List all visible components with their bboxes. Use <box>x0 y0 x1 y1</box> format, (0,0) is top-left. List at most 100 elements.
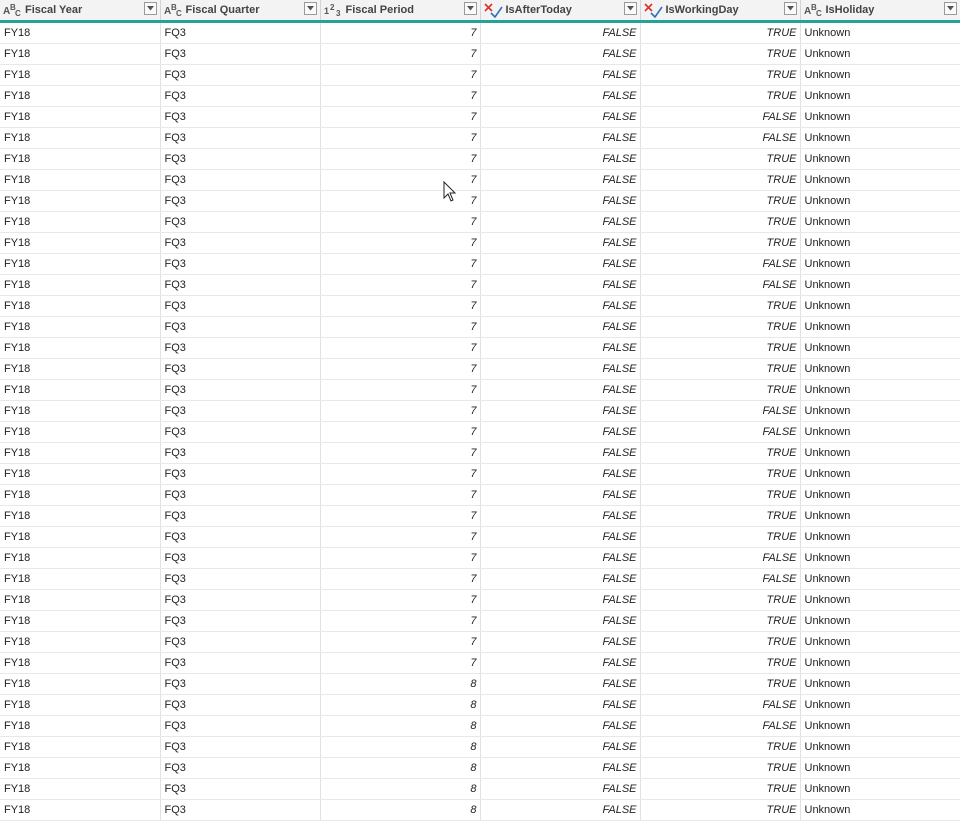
table-cell[interactable]: FY18 <box>0 337 161 359</box>
table-cell[interactable]: Unknown <box>800 631 960 653</box>
table-cell[interactable]: Unknown <box>800 526 960 548</box>
table-cell[interactable]: TRUE <box>640 64 801 86</box>
table-cell[interactable]: Unknown <box>800 43 960 65</box>
table-cell[interactable]: FQ3 <box>160 442 321 464</box>
table-cell[interactable]: FQ3 <box>160 64 321 86</box>
table-cell[interactable]: FQ3 <box>160 610 321 632</box>
table-cell[interactable]: TRUE <box>640 673 801 695</box>
table-cell[interactable]: 8 <box>320 736 481 758</box>
table-cell[interactable]: Unknown <box>800 673 960 695</box>
table-cell[interactable]: FALSE <box>480 211 641 233</box>
table-cell[interactable]: FQ3 <box>160 274 321 296</box>
table-cell[interactable]: FALSE <box>480 337 641 359</box>
text-type-icon[interactable]: ABC <box>3 2 23 18</box>
table-cell[interactable]: FALSE <box>480 610 641 632</box>
table-cell[interactable]: FQ3 <box>160 316 321 338</box>
table-cell[interactable]: 7 <box>320 169 481 191</box>
table-cell[interactable]: TRUE <box>640 316 801 338</box>
table-cell[interactable]: FQ3 <box>160 799 321 821</box>
table-cell[interactable]: 8 <box>320 757 481 779</box>
table-cell[interactable]: FALSE <box>640 421 801 443</box>
table-cell[interactable]: FQ3 <box>160 21 321 44</box>
table-cell[interactable]: FALSE <box>480 694 641 716</box>
table-cell[interactable]: Unknown <box>800 652 960 674</box>
table-cell[interactable]: TRUE <box>640 232 801 254</box>
table-cell[interactable]: FY18 <box>0 568 161 590</box>
table-cell[interactable]: FALSE <box>480 379 641 401</box>
table-cell[interactable]: TRUE <box>640 379 801 401</box>
table-cell[interactable]: FY18 <box>0 295 161 317</box>
table-cell[interactable]: FALSE <box>480 43 641 65</box>
table-cell[interactable]: FQ3 <box>160 232 321 254</box>
table-cell[interactable]: Unknown <box>800 778 960 800</box>
table-cell[interactable]: Unknown <box>800 127 960 149</box>
table-cell[interactable]: FY18 <box>0 505 161 527</box>
table-cell[interactable]: FQ3 <box>160 757 321 779</box>
table-cell[interactable]: 7 <box>320 337 481 359</box>
table-cell[interactable]: 7 <box>320 43 481 65</box>
table-cell[interactable]: FQ3 <box>160 715 321 737</box>
table-cell[interactable]: Unknown <box>800 442 960 464</box>
table-cell[interactable]: FALSE <box>480 526 641 548</box>
table-cell[interactable]: FY18 <box>0 715 161 737</box>
table-cell[interactable]: FALSE <box>480 442 641 464</box>
table-cell[interactable]: FQ3 <box>160 169 321 191</box>
table-cell[interactable]: 7 <box>320 64 481 86</box>
table-cell[interactable]: 7 <box>320 379 481 401</box>
table-cell[interactable]: FALSE <box>640 400 801 422</box>
table-cell[interactable]: FY18 <box>0 673 161 695</box>
table-cell[interactable]: 7 <box>320 484 481 506</box>
table-cell[interactable]: FALSE <box>640 253 801 275</box>
table-cell[interactable]: FQ3 <box>160 547 321 569</box>
table-cell[interactable]: FALSE <box>480 358 641 380</box>
table-cell[interactable]: 7 <box>320 526 481 548</box>
table-cell[interactable]: 7 <box>320 232 481 254</box>
table-cell[interactable]: Unknown <box>800 505 960 527</box>
table-cell[interactable]: FALSE <box>480 589 641 611</box>
table-cell[interactable]: FALSE <box>480 568 641 590</box>
table-cell[interactable]: 7 <box>320 148 481 170</box>
table-cell[interactable]: FY18 <box>0 526 161 548</box>
table-cell[interactable]: TRUE <box>640 505 801 527</box>
table-cell[interactable]: Unknown <box>800 337 960 359</box>
table-cell[interactable]: 7 <box>320 127 481 149</box>
table-cell[interactable]: FY18 <box>0 799 161 821</box>
number-type-icon[interactable]: 123 <box>324 2 344 18</box>
table-cell[interactable]: FALSE <box>480 652 641 674</box>
table-cell[interactable]: Unknown <box>800 148 960 170</box>
table-cell[interactable]: FALSE <box>640 274 801 296</box>
table-cell[interactable]: 7 <box>320 106 481 128</box>
table-cell[interactable]: FALSE <box>480 106 641 128</box>
table-cell[interactable]: TRUE <box>640 148 801 170</box>
table-cell[interactable]: Unknown <box>800 316 960 338</box>
table-cell[interactable]: FY18 <box>0 127 161 149</box>
table-cell[interactable]: Unknown <box>800 232 960 254</box>
table-cell[interactable]: 7 <box>320 652 481 674</box>
table-cell[interactable]: FALSE <box>480 736 641 758</box>
table-cell[interactable]: FALSE <box>640 127 801 149</box>
table-cell[interactable]: Unknown <box>800 400 960 422</box>
column-header[interactable]: A B C IsHoliday <box>800 0 960 23</box>
table-cell[interactable]: FQ3 <box>160 253 321 275</box>
table-cell[interactable]: FALSE <box>480 85 641 107</box>
table-cell[interactable]: FALSE <box>480 127 641 149</box>
table-cell[interactable]: FALSE <box>480 21 641 44</box>
table-cell[interactable]: FQ3 <box>160 43 321 65</box>
table-cell[interactable]: FY18 <box>0 652 161 674</box>
table-cell[interactable]: 7 <box>320 442 481 464</box>
table-cell[interactable]: FY18 <box>0 358 161 380</box>
table-cell[interactable]: FY18 <box>0 757 161 779</box>
table-cell[interactable]: TRUE <box>640 337 801 359</box>
table-cell[interactable]: Unknown <box>800 274 960 296</box>
table-cell[interactable]: 7 <box>320 421 481 443</box>
table-cell[interactable]: FALSE <box>480 295 641 317</box>
table-cell[interactable]: 7 <box>320 631 481 653</box>
table-cell[interactable]: FY18 <box>0 43 161 65</box>
column-filter-dropdown-button[interactable] <box>943 2 957 15</box>
table-cell[interactable]: FQ3 <box>160 400 321 422</box>
table-cell[interactable]: FQ3 <box>160 211 321 233</box>
table-cell[interactable]: FALSE <box>480 484 641 506</box>
column-filter-dropdown-button[interactable] <box>463 2 477 15</box>
table-cell[interactable]: Unknown <box>800 21 960 44</box>
table-cell[interactable]: FY18 <box>0 316 161 338</box>
